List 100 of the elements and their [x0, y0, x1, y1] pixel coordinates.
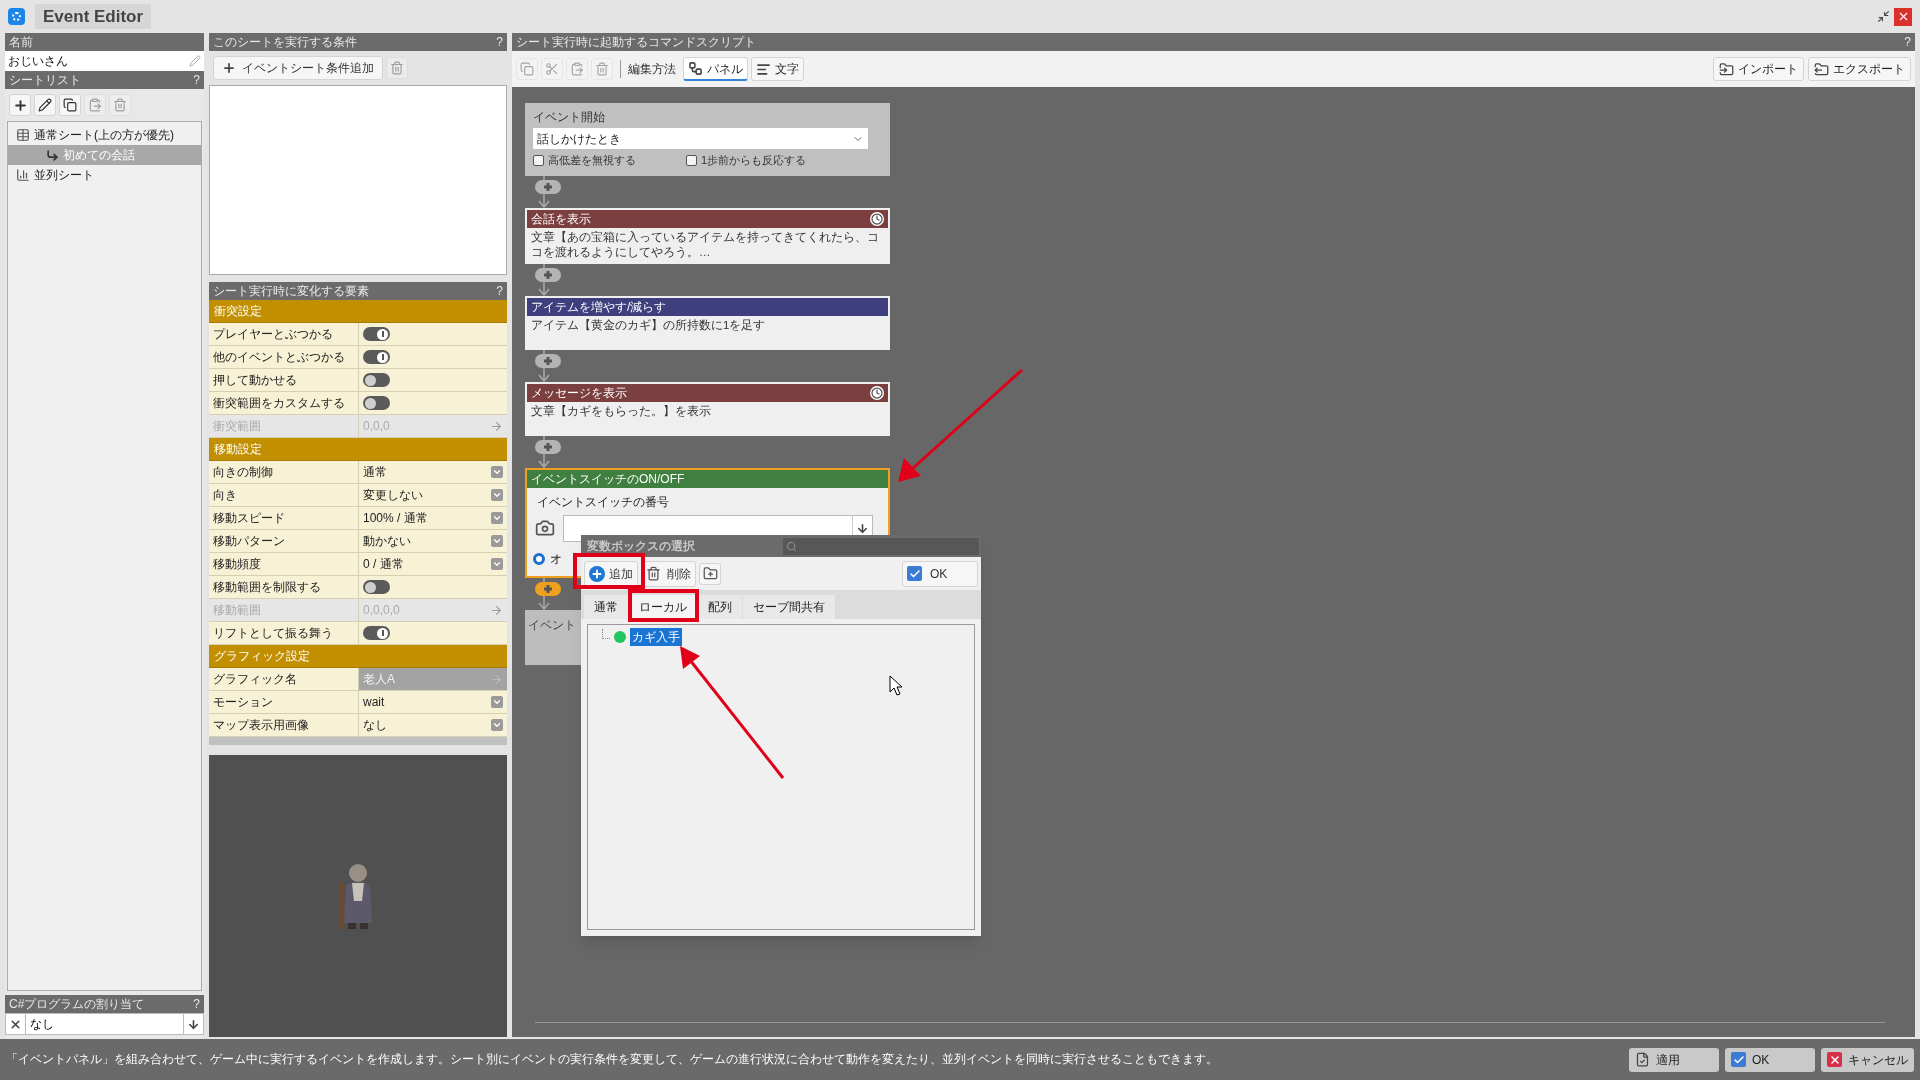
command-title: イベントスイッチのON/OFF	[531, 470, 685, 488]
command-panel[interactable]: メッセージを表示 文章【カギをもらった。】を表示	[525, 381, 890, 436]
radio-button[interactable]	[533, 552, 545, 565]
panel-title: 名前	[9, 34, 33, 51]
check-icon	[907, 566, 922, 581]
name-field[interactable]: おじいさん	[5, 51, 204, 71]
sheet-item[interactable]: 並列シート	[8, 165, 201, 185]
dropdown-icon	[491, 696, 503, 708]
add-connector[interactable]	[535, 349, 563, 382]
help-mark[interactable]: ?	[1904, 33, 1911, 51]
variable-item[interactable]: カギ入手	[630, 628, 682, 646]
arrow-right-icon	[490, 419, 503, 433]
command-text: 文章【あの宝箱に入っているアイテムを持ってきてくれたら、ココを渡れるようにしてやろう。…	[530, 229, 880, 260]
scissors-icon	[545, 62, 559, 76]
add-connector[interactable]	[535, 435, 563, 468]
command-panel[interactable]: アイテムを増やす/減らす アイテム【黄金のカギ】の所持数に1を足す	[525, 295, 890, 350]
add-condition-button[interactable]: イベントシート条件追加	[213, 56, 383, 80]
command-title: イベント	[528, 617, 576, 632]
command-title: アイテムを増やす/減らす	[531, 298, 667, 316]
plus-icon	[222, 61, 236, 75]
dropdown-field[interactable]: 動かない	[359, 530, 507, 553]
copy-icon	[63, 98, 77, 112]
help-mark[interactable]: ?	[496, 282, 503, 300]
property-label: プレイヤーとぶつかる	[209, 323, 359, 346]
dialog-title: 変数ボックスの選択	[587, 538, 695, 555]
property-label: 向きの制御	[209, 461, 359, 484]
trigger-select[interactable]: 話しかけたとき	[533, 128, 868, 149]
trash-icon	[113, 98, 127, 112]
import-button[interactable]: インポート	[1713, 57, 1804, 81]
pencil-icon	[38, 98, 52, 112]
text-lines-icon	[756, 61, 771, 77]
panel-title: シートリスト	[9, 72, 81, 89]
sheet-icon	[16, 128, 30, 142]
close-button[interactable]	[1894, 7, 1912, 26]
toggle-switch[interactable]	[363, 580, 390, 594]
toggle-switch[interactable]	[363, 327, 390, 341]
variable-tab[interactable]: 配列	[698, 595, 742, 619]
dropdown-field[interactable]: 100% / 通常	[359, 507, 507, 530]
edit-button[interactable]	[34, 94, 56, 116]
edit-mode-label: 編集方法	[628, 61, 676, 78]
dropdown-icon	[491, 512, 503, 524]
cancel-button[interactable]: キャンセル	[1821, 1047, 1914, 1072]
help-mark[interactable]: ?	[193, 995, 200, 1013]
folder-export-icon	[1814, 61, 1829, 77]
add-connector[interactable]	[535, 263, 563, 296]
document-check-icon	[1635, 1052, 1650, 1067]
variable-tab[interactable]: セーブ間共有	[743, 595, 835, 619]
variable-tab[interactable]: 通常	[584, 595, 628, 619]
variable-tab[interactable]: ローカル	[629, 595, 697, 619]
dropdown-field[interactable]: wait	[359, 691, 507, 714]
property-label: 他のイベントとぶつかる	[209, 346, 359, 369]
trash-icon	[595, 62, 609, 76]
property-label: グラフィック名	[209, 668, 359, 691]
copy-button[interactable]	[59, 94, 81, 116]
event-start-panel[interactable]: イベント開始 話しかけたとき 高低差を無視する 1歩前からも反応する	[525, 103, 890, 176]
help-mark[interactable]: ?	[496, 33, 503, 51]
toggle-switch[interactable]	[363, 626, 390, 640]
command-panel[interactable]: 会話を表示 文章【あの宝箱に入っているアイテムを持ってきてくれたら、ココを渡れるようにしてやろう。…	[525, 207, 890, 264]
export-button[interactable]: エクスポート	[1808, 57, 1911, 81]
radio-label: オ	[550, 550, 562, 568]
mode-tab[interactable]: パネル	[683, 57, 748, 81]
restore-icon	[1876, 10, 1890, 23]
section-header: 衝突設定	[209, 300, 507, 323]
command-title: メッセージを表示	[531, 384, 627, 402]
folder-import-icon	[1719, 61, 1734, 77]
add-button[interactable]	[9, 94, 31, 116]
flowchart-icon	[688, 61, 703, 76]
apply-button[interactable]: 適用	[1629, 1047, 1719, 1072]
dropdown-field[interactable]: 変更しない	[359, 484, 507, 507]
clipboard-icon	[88, 98, 102, 112]
ok-button[interactable]: OK	[902, 560, 978, 587]
checkbox[interactable]	[533, 154, 544, 166]
app-logo-icon	[8, 8, 25, 25]
dropdown-field[interactable]: 0 / 通常	[359, 553, 507, 576]
checkbox-label: 1歩前からも反応する	[701, 153, 807, 168]
panel-title: シート実行時に起動するコマンドスクリプト	[516, 34, 756, 51]
ok-button[interactable]: OK	[1725, 1047, 1815, 1072]
mode-tab[interactable]: 文字	[751, 57, 804, 81]
search-icon	[786, 540, 797, 552]
copy-icon	[520, 62, 534, 76]
property-label: リフトとして振る舞う	[209, 622, 359, 645]
dropdown-field[interactable]: 通常	[359, 461, 507, 484]
add-button[interactable]: 追加	[584, 560, 638, 587]
property-label: モーション	[209, 691, 359, 714]
sheet-item[interactable]: 通常シート(上の方が優先)	[8, 125, 201, 145]
toggle-switch[interactable]	[363, 350, 390, 364]
dropdown-field[interactable]: なし	[359, 714, 507, 737]
add-connector[interactable]	[535, 577, 563, 610]
new-folder-button[interactable]	[699, 562, 721, 585]
toggle-switch[interactable]	[363, 373, 390, 387]
toggle-switch[interactable]	[363, 396, 390, 410]
search-field[interactable]	[783, 537, 979, 555]
window-title: Event Editor	[35, 3, 152, 30]
field-label: イベントスイッチの番号	[536, 493, 670, 511]
camera-icon	[535, 518, 555, 538]
panel-title: シート実行時に変化する要素	[213, 283, 369, 300]
add-connector[interactable]	[535, 175, 563, 208]
checkbox[interactable]	[686, 154, 697, 166]
help-mark[interactable]: ?	[193, 71, 200, 89]
dropdown-icon	[491, 719, 503, 731]
